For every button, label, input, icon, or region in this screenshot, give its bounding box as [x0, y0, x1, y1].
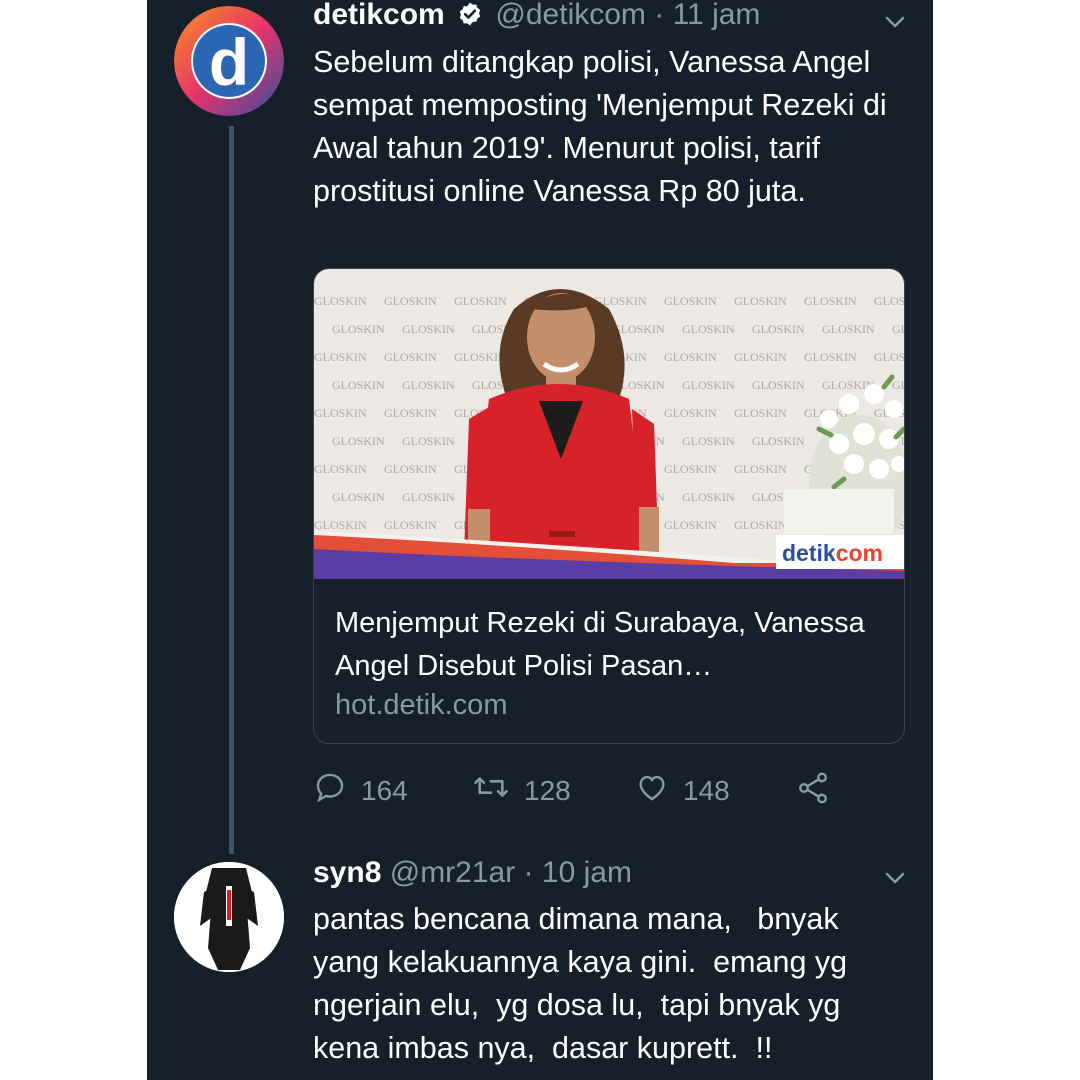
- backdrop-watermark: GLOSKIN: [314, 462, 367, 476]
- reply-header: syn8 @mr21ar · 10 jam: [313, 856, 632, 890]
- backdrop-watermark: GLOSKIN: [314, 294, 367, 308]
- backdrop-watermark: GLOSKIN: [664, 406, 717, 420]
- backdrop-watermark: GLOSKIN: [332, 378, 385, 392]
- backdrop-watermark: GLOSKIN: [874, 294, 905, 308]
- thread-connector: [229, 126, 234, 854]
- tweet-thread: d detikcom @detikcom · 11 jam Sebelum di…: [147, 0, 933, 1080]
- backdrop-watermark: GLOSKIN: [682, 322, 735, 336]
- backdrop-watermark: GLOSKIN: [384, 462, 437, 476]
- backdrop-watermark: GLOSKIN: [454, 350, 507, 364]
- backdrop-watermark: GLOSKIN: [734, 350, 787, 364]
- backdrop-watermark: GLOSKIN: [734, 406, 787, 420]
- backdrop-watermark: GLOSKIN: [314, 406, 367, 420]
- chevron-down-icon[interactable]: [883, 10, 907, 39]
- link-card[interactable]: GLOSKIN GLOSKIN GLOSKIN GLOSKIN GLOSKIN GLOSK…: [313, 268, 905, 744]
- verified-badge-icon: [457, 1, 483, 35]
- backdrop-watermark: GLOSKIN: [664, 518, 717, 532]
- backdrop-watermark: GLOSKIN: [734, 462, 787, 476]
- backdrop-watermark: GLOSKIN: [314, 350, 367, 364]
- tweet-text: Sebelum ditangkap polisi, Vanessa Angel …: [313, 45, 894, 208]
- svg-text:detikcom: detikcom: [782, 540, 883, 566]
- backdrop-watermark: GLOSKIN: [314, 518, 367, 532]
- card-title[interactable]: Menjemput Rezeki di Surabaya, Vanessa An…: [335, 602, 895, 688]
- backdrop-watermark: GLOSKIN: [892, 322, 905, 336]
- backdrop-watermark: GLOSKIN: [402, 322, 455, 336]
- time-separator: ·: [654, 0, 665, 31]
- author-handle[interactable]: @detikcom: [495, 0, 646, 31]
- tweet-header: detikcom @detikcom · 11 jam: [313, 0, 760, 35]
- backdrop-watermark: GLOSKIN: [682, 378, 735, 392]
- backdrop-watermark: GLOSKIN: [454, 294, 507, 308]
- backdrop-watermark: GLOSKIN: [664, 350, 717, 364]
- backdrop-watermark: GLOSKIN: [384, 294, 437, 308]
- backdrop-watermark: GLOSKIN: [402, 490, 455, 504]
- backdrop-watermark: GLOSKIN: [384, 350, 437, 364]
- backdrop-watermark: GLOSKIN: [384, 518, 437, 532]
- backdrop-watermark: GLOSKIN: [682, 490, 735, 504]
- like-count: 148: [683, 774, 730, 806]
- watermark-com: com: [836, 540, 883, 566]
- backdrop-watermark: GLOSKIN: [752, 378, 805, 392]
- backdrop-watermark: GLOSKIN: [332, 434, 385, 448]
- retweet-button[interactable]: 128: [472, 770, 571, 811]
- reply-count: 164: [361, 774, 408, 806]
- backdrop-watermark: GLOSKIN: [734, 294, 787, 308]
- backdrop-watermark: GLOSKIN: [752, 434, 805, 448]
- retweet-icon: [472, 770, 510, 811]
- author-name[interactable]: detikcom: [313, 0, 445, 31]
- backdrop-watermark: GLOSKIN: [664, 294, 717, 308]
- tweet-time[interactable]: 11 jam: [673, 0, 761, 31]
- reply-button[interactable]: 164: [313, 770, 408, 811]
- backdrop-watermark: GLOSKIN: [612, 322, 665, 336]
- backdrop-watermark: GLOSKIN: [822, 322, 875, 336]
- backdrop-watermark: GLOSKIN: [384, 406, 437, 420]
- retweet-count: 128: [524, 774, 571, 806]
- detikcom-avatar[interactable]: d: [174, 6, 284, 116]
- card-image: GLOSKIN GLOSKIN GLOSKIN GLOSKIN GLOSKIN GLOSK…: [314, 269, 905, 579]
- backdrop-watermark: GLOSKIN: [332, 322, 385, 336]
- like-button[interactable]: 148: [635, 770, 730, 811]
- reply-icon: [313, 770, 347, 811]
- backdrop-watermark: GLOSKIN: [402, 378, 455, 392]
- backdrop-watermark: GLOSKIN: [332, 490, 385, 504]
- reply-time-separator: ·: [523, 856, 534, 889]
- share-button[interactable]: [795, 770, 831, 813]
- avatar-letter: d: [209, 25, 249, 99]
- watermark-detik: detik: [782, 540, 836, 566]
- backdrop-watermark: GLOSKIN: [804, 294, 857, 308]
- share-icon: [795, 770, 831, 813]
- reply-handle[interactable]: @mr21ar: [390, 856, 515, 889]
- like-icon: [635, 770, 669, 811]
- reply-chevron-down-icon[interactable]: [883, 866, 907, 895]
- backdrop-watermark: GLOSKIN: [734, 518, 787, 532]
- backdrop-watermark: GLOSKIN: [682, 434, 735, 448]
- backdrop-watermark: GLOSKIN: [874, 350, 905, 364]
- backdrop-watermark: GLOSKIN: [752, 322, 805, 336]
- reply-author-name[interactable]: syn8: [313, 856, 381, 889]
- backdrop-watermark: GLOSKIN: [664, 462, 717, 476]
- reply-time[interactable]: 10 jam: [542, 856, 632, 889]
- backdrop-watermark: GLOSKIN: [402, 434, 455, 448]
- card-domain[interactable]: hot.detik.com: [335, 689, 507, 722]
- syn8-avatar[interactable]: [174, 862, 284, 972]
- backdrop-watermark: GLOSKIN: [804, 350, 857, 364]
- backdrop-watermark: GLOSKIN: [892, 378, 905, 392]
- reply-text: pantas bencana dimana mana, bnyak yang k…: [313, 902, 856, 1065]
